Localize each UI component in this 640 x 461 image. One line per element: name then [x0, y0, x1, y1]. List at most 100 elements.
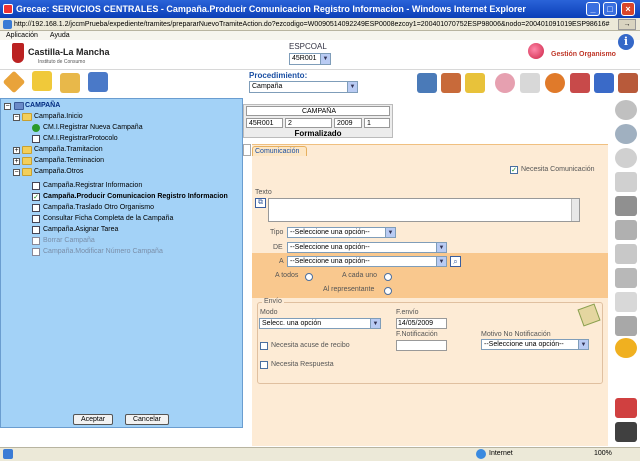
tree-item-traslado[interactable]: Campaña.Traslado Otro Organismo [43, 203, 154, 213]
tipo-label: Tipo [270, 229, 284, 236]
accept-button[interactable]: Aceptar [73, 414, 113, 425]
computer-icon[interactable] [88, 72, 108, 92]
menu-ayuda[interactable]: Ayuda [50, 32, 70, 39]
vehicle-icon[interactable] [615, 422, 637, 442]
info-icon[interactable]: i [618, 34, 634, 50]
status-page-icon [3, 449, 13, 459]
cancel-button[interactable]: Cancelar [125, 414, 169, 425]
texto-textarea[interactable] [268, 198, 580, 222]
al-representante-radio[interactable] [384, 287, 392, 295]
document-stack-icon[interactable] [615, 148, 637, 168]
task-checkbox[interactable] [32, 215, 40, 223]
tree-root[interactable]: CAMPAÑA [25, 101, 60, 111]
acuse-checkbox[interactable] [260, 342, 268, 350]
fnotificacion-label: F.Notificación [396, 331, 438, 338]
respuesta-checkbox[interactable] [260, 361, 268, 369]
task-checkbox[interactable] [32, 204, 40, 212]
tools-cross-icon[interactable] [615, 398, 637, 418]
chevron-down-icon: ▼ [320, 54, 330, 64]
tipo-select[interactable]: --Seleccione una opción-- ▼ [287, 227, 396, 238]
expand-icon[interactable]: + [13, 158, 20, 165]
print-preview-icon[interactable] [615, 316, 637, 336]
case-number: 2 [285, 118, 332, 128]
tab-comunicacion[interactable]: Comunicación [252, 146, 307, 156]
task-checkbox[interactable] [32, 182, 40, 190]
page-icon[interactable] [615, 172, 637, 192]
tree-item-borrar-campana: Borrar Campaña [43, 237, 95, 244]
a-todos-radio[interactable] [305, 273, 313, 281]
espcoal-select[interactable]: 45R001 ▼ [289, 53, 331, 65]
edit-text-icon[interactable]: ⧉ [255, 198, 266, 208]
envio-title: Envío [262, 298, 284, 305]
back-icon[interactable] [615, 124, 637, 144]
address-bar[interactable]: http://192.168.1.2/jccmPrueba/expediente… [0, 18, 640, 31]
maximize-icon[interactable]: □ [603, 2, 617, 16]
home-icon[interactable] [618, 73, 638, 93]
tree-item-registrar-nueva[interactable]: CM.I.Registrar Nueva Campaña [43, 123, 143, 133]
globe-icon[interactable] [545, 73, 565, 93]
logo-text: Castilla-La Mancha [28, 47, 110, 57]
document-icon[interactable] [520, 73, 540, 93]
collapse-icon[interactable]: − [13, 114, 20, 121]
modo-select[interactable]: Selecc. una opción ▼ [259, 318, 381, 329]
expand-icon[interactable]: + [13, 147, 20, 154]
a-label: A [279, 258, 284, 265]
motivo-select[interactable]: --Seleccione una opción-- ▼ [481, 339, 589, 350]
task-checkbox[interactable] [32, 135, 40, 143]
a-cada-uno-radio[interactable] [384, 273, 392, 281]
texto-scrollbar[interactable] [571, 199, 579, 221]
tree-item-consultar-ficha[interactable]: Consultar Ficha Completa de la Campaña [43, 214, 173, 224]
trash-icon[interactable] [615, 220, 637, 240]
tree-item-registrar-informacion[interactable]: Campaña.Registrar Informacion [43, 181, 142, 191]
collapse-icon[interactable]: − [13, 169, 20, 176]
tree-item-asignar-tarea[interactable]: Campaña.Asignar Tarea [43, 225, 118, 235]
zoom-level[interactable]: 100% [594, 447, 612, 461]
tree-item-inicio[interactable]: Campaña.Inicio [34, 112, 83, 122]
settings-icon[interactable] [615, 338, 637, 358]
task-checkbox[interactable] [32, 226, 40, 234]
heart-icon[interactable] [495, 73, 515, 93]
file-icon[interactable] [615, 292, 637, 312]
case-title: CAMPAÑA [246, 106, 390, 116]
case-seq: 1 [364, 118, 390, 128]
organism-icon[interactable] [528, 43, 544, 59]
task-checkbox-checked[interactable]: ✓ [32, 193, 40, 201]
zone-label: Internet [489, 450, 513, 457]
tree-item-terminacion[interactable]: Campaña.Terminacion [34, 156, 104, 166]
chevron-down-icon: ▼ [436, 257, 446, 266]
printer-icon[interactable] [615, 268, 637, 288]
fnotificacion-input[interactable] [396, 340, 447, 351]
close-icon[interactable]: × [621, 2, 635, 16]
fenvio-input[interactable]: 14/05/2009 [396, 318, 447, 329]
de-select[interactable]: --Seleccione una opción-- ▼ [287, 242, 447, 253]
tree-item-registrar-protocolo[interactable]: CM.I.RegistrarProtocolo [43, 134, 118, 144]
search-icon[interactable]: ⌕ [450, 256, 461, 267]
minimize-icon[interactable]: _ [586, 2, 600, 16]
printer-tools-icon[interactable] [417, 73, 437, 93]
chevron-down-icon: ▼ [436, 243, 446, 252]
tree-item-otros[interactable]: Campaña.Otros [34, 167, 83, 177]
tree-item-producir-comunicacion[interactable]: Campaña.Producir Comunicacion Registro I… [43, 192, 228, 202]
tree-item-tramitacion[interactable]: Campaña.Tramitacion [34, 145, 103, 155]
folder-icon [22, 168, 32, 176]
necesita-comunicacion-checkbox[interactable]: ✓ [510, 166, 518, 174]
tools-icon[interactable] [570, 73, 590, 93]
address-url[interactable]: http://192.168.1.2/jccmPrueba/expediente… [0, 21, 609, 28]
menu-aplicacion[interactable]: Aplicación [6, 32, 38, 39]
folder-icon[interactable] [60, 73, 80, 93]
books-icon[interactable] [441, 73, 461, 93]
notes-icon[interactable] [465, 73, 485, 93]
folder-star-icon[interactable] [32, 71, 52, 91]
collapse-icon[interactable]: − [4, 103, 11, 110]
tag-icon[interactable] [2, 70, 26, 94]
save-icon[interactable] [615, 196, 637, 216]
gestion-organismo-link[interactable]: Gestión Organismo [551, 51, 616, 58]
necesita-comunicacion-label: Necesita Comunicación [521, 166, 595, 173]
zoom-icon[interactable] [615, 100, 637, 120]
go-icon[interactable]: → [618, 19, 636, 30]
a-select[interactable]: --Seleccione una opción-- ▼ [287, 256, 447, 267]
root-icon [14, 102, 24, 110]
procedimiento-select[interactable]: Campaña ▼ [249, 81, 358, 93]
print-icon[interactable] [615, 244, 637, 264]
search-globe-icon[interactable] [594, 73, 614, 93]
